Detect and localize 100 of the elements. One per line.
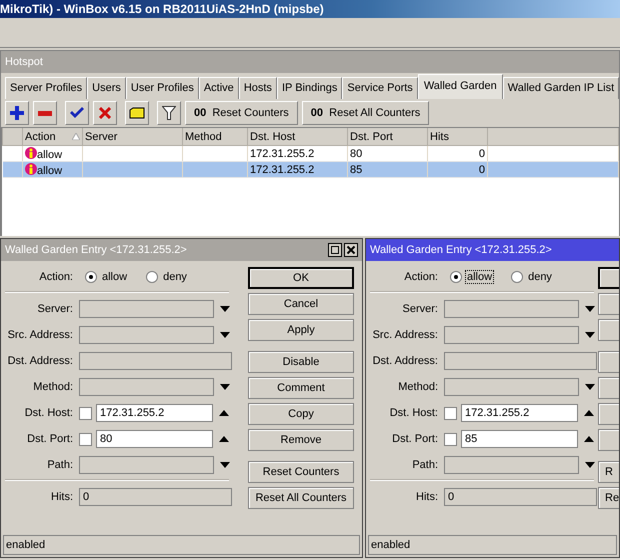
dropdown-field[interactable] — [79, 300, 214, 318]
tab[interactable]: Walled Garden — [418, 74, 503, 99]
dialog-button[interactable]: Reset All Counters — [248, 487, 354, 509]
dialog-title: Walled Garden Entry <172.31.255.2> — [370, 244, 552, 256]
checkbox[interactable] — [444, 432, 457, 446]
table-cell: allow — [37, 148, 62, 160]
down-arrow-icon[interactable] — [220, 462, 230, 468]
hits-field: 0 — [444, 488, 597, 506]
tab[interactable]: User Profiles — [126, 77, 199, 99]
close-icon[interactable] — [344, 243, 358, 257]
field-label: Dst. Port: — [391, 433, 438, 445]
down-arrow-icon[interactable] — [220, 384, 230, 390]
add-button[interactable] — [5, 101, 29, 125]
field-label: Method: — [397, 381, 438, 393]
field-label: Action: — [38, 271, 73, 283]
table-cell: 0 — [478, 164, 485, 176]
dropdown-field[interactable] — [444, 326, 579, 344]
window-title: Hotspot — [1, 51, 619, 73]
info-icon — [25, 146, 37, 158]
plus-icon — [10, 106, 24, 120]
table-cell: 0 — [478, 148, 485, 160]
field-label: Server: — [36, 303, 73, 315]
radio-label[interactable]: allow — [101, 271, 128, 283]
field-label: Dst. Host: — [24, 407, 73, 419]
tab[interactable]: Hosts — [238, 77, 277, 99]
filter-icon — [162, 106, 176, 120]
field-label: Hits: — [415, 491, 438, 503]
toolbar-button[interactable]: 00 Reset Counters — [185, 101, 298, 125]
filter-button[interactable] — [157, 101, 181, 125]
note-icon — [129, 107, 145, 119]
dialog-button[interactable]: OK — [248, 267, 354, 289]
checkbox[interactable] — [79, 406, 92, 420]
field-label: Method: — [32, 381, 73, 393]
input-field[interactable]: 172.31.255.2 — [96, 404, 213, 422]
dialog-button[interactable]: Copy — [248, 403, 354, 425]
restore-icon[interactable] — [328, 243, 342, 257]
tab[interactable]: Users — [87, 77, 126, 99]
checkmark-icon — [70, 107, 84, 119]
down-arrow-icon[interactable] — [220, 306, 230, 312]
up-arrow-icon[interactable] — [584, 436, 594, 442]
dialog-button[interactable]: Reset Counters — [248, 461, 354, 483]
hits-field: 0 — [79, 488, 232, 506]
field-label: Dst. Address: — [372, 355, 438, 367]
up-arrow-icon[interactable] — [219, 410, 229, 416]
table-row[interactable]: allow 172.31.255.2 85 0 — [2, 162, 618, 178]
dialog-button[interactable] — [598, 267, 619, 289]
down-arrow-icon[interactable] — [585, 462, 595, 468]
input-field[interactable]: 80 — [96, 430, 213, 448]
dialog-button[interactable]: Re — [598, 487, 619, 509]
dropdown-field[interactable] — [444, 378, 579, 396]
input-field[interactable] — [79, 352, 232, 370]
dropdown-field[interactable] — [79, 456, 214, 474]
field-label: Src. Address: — [372, 329, 438, 341]
info-icon — [25, 162, 37, 174]
dialog-button[interactable]: Apply — [248, 319, 354, 341]
disable-button[interactable] — [93, 101, 117, 125]
minus-icon — [38, 110, 52, 116]
down-arrow-icon[interactable] — [220, 332, 230, 338]
tab[interactable]: IP Bindings — [276, 77, 342, 99]
down-arrow-icon[interactable] — [585, 384, 595, 390]
tab[interactable]: Server Profiles — [5, 77, 88, 99]
app-title: MikroTik) - WinBox v6.15 on RB2011UiAS-2HnD (mipsbe) — [0, 0, 620, 18]
checkbox[interactable] — [444, 406, 457, 420]
tab[interactable]: Active — [198, 77, 239, 99]
radio-label[interactable]: allow — [466, 271, 494, 283]
down-arrow-icon[interactable] — [585, 306, 595, 312]
field-label: Dst. Host: — [388, 407, 438, 419]
field-label: Path: — [46, 459, 73, 471]
up-arrow-icon[interactable] — [219, 436, 229, 442]
radio-label[interactable]: deny — [162, 271, 188, 283]
table-cell: 172.31.255.2 — [250, 148, 314, 160]
field-label: Server: — [402, 303, 438, 315]
up-arrow-icon[interactable] — [584, 410, 594, 416]
tab[interactable]: Walled Garden IP List — [502, 77, 620, 99]
table-cell: 80 — [350, 148, 362, 160]
dropdown-field[interactable] — [79, 326, 214, 344]
dropdown-field[interactable] — [79, 378, 214, 396]
dropdown-field[interactable] — [444, 456, 579, 474]
dialog-button[interactable]: Cancel — [248, 293, 354, 315]
dialog-button[interactable]: Disable — [248, 351, 354, 373]
cross-icon — [99, 107, 111, 119]
sort-arrow-icon — [72, 133, 80, 140]
table-cell: 85 — [350, 164, 362, 176]
dropdown-field[interactable] — [444, 300, 579, 318]
checkbox[interactable] — [79, 432, 92, 446]
dialog-button[interactable]: Comment — [248, 377, 354, 399]
down-arrow-icon[interactable] — [585, 332, 595, 338]
status-bar: enabled — [3, 535, 360, 555]
remove-button[interactable] — [33, 101, 57, 125]
enable-button[interactable] — [65, 101, 89, 125]
field-label: Dst. Address: — [6, 355, 73, 367]
input-field[interactable]: 85 — [461, 430, 578, 448]
dialog-button[interactable]: R — [598, 461, 619, 483]
comment-button[interactable] — [125, 101, 149, 125]
input-field[interactable]: 172.31.255.2 — [461, 404, 578, 422]
dialog-button[interactable]: Remove — [248, 429, 354, 451]
input-field[interactable] — [444, 352, 597, 370]
tab[interactable]: Service Ports — [342, 77, 418, 99]
toolbar-button[interactable]: 00 Reset All Counters — [302, 101, 430, 125]
radio-label[interactable]: deny — [527, 271, 553, 283]
